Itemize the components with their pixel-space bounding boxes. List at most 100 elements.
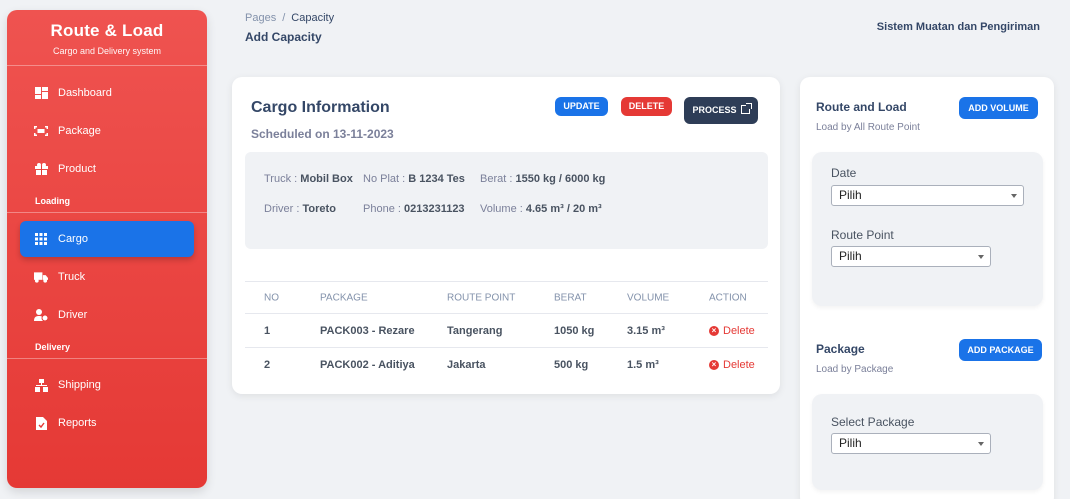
cell-package: PACK002 - Aditiya <box>320 359 415 371</box>
external-link-icon <box>740 103 752 114</box>
cell-volume: 3.15 m³ <box>627 324 665 337</box>
sidebar-item-label: Cargo <box>58 233 88 245</box>
truck-value: Mobil Box <box>300 173 353 185</box>
chevron-down-icon <box>978 442 984 446</box>
update-button[interactable]: UPDATE <box>555 97 608 116</box>
cell-berat: 500 kg <box>554 359 589 371</box>
row-delete-link[interactable]: × Delete <box>709 325 755 337</box>
add-volume-button[interactable]: ADD VOLUME <box>959 97 1038 119</box>
sidebar-item-shipping[interactable]: Shipping <box>20 367 194 403</box>
truck-label: Truck : <box>264 173 298 185</box>
add-package-button[interactable]: ADD PACKAGE <box>959 339 1042 361</box>
process-button[interactable]: PROCESS <box>684 97 758 124</box>
breadcrumb: Pages / Capacity <box>245 12 334 24</box>
row-delete-label: Delete <box>723 359 755 371</box>
sidebar-item-package[interactable]: Package <box>20 113 194 149</box>
table-row: 1 PACK003 - Rezare Tangerang 1050 kg 3.1… <box>245 314 768 348</box>
package-table: NO PACKAGE ROUTE POINT BERAT VOLUME ACTI… <box>245 281 768 382</box>
package-select-value: Pilih <box>839 436 862 450</box>
route-point-select[interactable]: Pilih <box>831 246 991 267</box>
section-label-loading: Loading <box>35 196 70 206</box>
driver-icon <box>34 308 48 322</box>
sidebar-item-label: Truck <box>58 271 86 283</box>
cell-volume: 1.5 m³ <box>627 359 659 371</box>
sidebar-item-reports[interactable]: Reports <box>20 405 194 441</box>
sidebar-item-cargo[interactable]: Cargo <box>20 221 194 257</box>
sidebar-item-truck[interactable]: Truck <box>20 259 194 295</box>
package-subtitle: Load by Package <box>816 364 894 375</box>
cargo-information-card: Cargo Information Scheduled on 13-11-202… <box>232 77 780 394</box>
phone-value: 0213231123 <box>403 203 465 215</box>
chevron-down-icon <box>1011 194 1017 198</box>
grid-icon <box>34 232 48 246</box>
brand-title: Route & Load <box>50 21 164 40</box>
package-icon <box>34 124 48 138</box>
delete-button[interactable]: DELETE <box>621 97 672 116</box>
date-select-value: Pilih <box>839 188 862 202</box>
plat-info: No Plat : B 1234 Tes <box>363 173 465 185</box>
volume-value: 4.65 m³ / 20 m³ <box>525 203 602 215</box>
close-circle-icon: × <box>709 360 719 370</box>
header-route-point: ROUTE POINT <box>447 292 516 303</box>
route-filter-panel: Date Pilih Route Point Pilih <box>812 152 1043 306</box>
sidebar-item-product[interactable]: Product <box>20 151 194 187</box>
date-label: Date <box>831 166 857 180</box>
route-point-select-value: Pilih <box>839 249 862 263</box>
section-label-delivery: Delivery <box>35 342 71 352</box>
breadcrumb-root[interactable]: Pages <box>245 12 276 24</box>
phone-info: Phone : 0213231123 <box>363 203 465 215</box>
route-load-title: Route and Load <box>816 100 907 114</box>
cell-berat: 1050 kg <box>554 324 595 337</box>
sidebar: Route & Load Cargo and Delivery system D… <box>7 10 207 488</box>
berat-value: 1550 kg / 6000 kg <box>515 173 606 185</box>
brand: Route & Load Cargo and Delivery system <box>7 10 207 65</box>
chevron-down-icon <box>978 255 984 259</box>
sidebar-item-dashboard[interactable]: Dashboard <box>20 75 194 111</box>
cell-route-point: Tangerang <box>447 324 503 337</box>
package-select[interactable]: Pilih <box>831 433 991 454</box>
header-action: ACTION <box>709 292 747 303</box>
route-point-label: Route Point <box>831 228 894 242</box>
table-header: NO PACKAGE ROUTE POINT BERAT VOLUME ACTI… <box>245 281 768 314</box>
driver-info: Driver : Toreto <box>264 203 336 215</box>
berat-label: Berat : <box>480 173 513 185</box>
close-circle-icon: × <box>709 325 719 336</box>
volume-label: Volume : <box>480 203 523 215</box>
sidebar-item-driver[interactable]: Driver <box>20 297 194 333</box>
sidebar-item-label: Shipping <box>58 379 101 391</box>
cell-no: 2 <box>264 359 271 371</box>
cargo-scheduled: Scheduled on 13-11-2023 <box>251 127 394 141</box>
breadcrumb-current: Capacity <box>291 12 335 24</box>
header-package: PACKAGE <box>320 292 368 303</box>
volume-info: Volume : 4.65 m³ / 20 m³ <box>480 203 602 215</box>
cell-route-point: Jakarta <box>447 359 486 371</box>
truck-icon <box>34 270 48 284</box>
page-title: Add Capacity <box>245 30 322 44</box>
breadcrumb-separator: / <box>282 12 286 24</box>
package-filter-panel: Select Package Pilih <box>812 394 1043 490</box>
cargo-info-box: Truck : Mobil Box No Plat : B 1234 Tes B… <box>245 152 768 249</box>
header-no: NO <box>264 292 279 303</box>
phone-label: Phone : <box>363 203 401 215</box>
date-select[interactable]: Pilih <box>831 185 1024 206</box>
sidebar-item-label: Product <box>58 163 96 175</box>
brand-subtitle: Cargo and Delivery system <box>52 46 162 56</box>
dashboard-icon <box>34 86 48 100</box>
route-load-card: Route and Load Load by All Route Point A… <box>800 77 1054 499</box>
system-name: Sistem Muatan dan Pengiriman <box>876 21 1040 33</box>
package-title: Package <box>816 342 865 356</box>
row-delete-link[interactable]: × Delete <box>709 359 755 371</box>
plat-value: B 1234 Tes <box>408 173 465 185</box>
cell-package: PACK003 - Rezare <box>320 324 415 337</box>
row-delete-label: Delete <box>723 324 755 337</box>
berat-info: Berat : 1550 kg / 6000 kg <box>480 173 605 185</box>
cell-no: 1 <box>264 324 271 337</box>
process-label: PROCESS <box>692 105 737 115</box>
truck-info: Truck : Mobil Box <box>264 173 353 185</box>
sidebar-item-label: Dashboard <box>58 87 112 99</box>
driver-value: Toreto <box>302 203 336 215</box>
reports-icon <box>34 416 48 430</box>
plat-label: No Plat : <box>363 173 406 185</box>
sidebar-item-label: Package <box>58 125 101 137</box>
route-load-subtitle: Load by All Route Point <box>816 122 920 133</box>
